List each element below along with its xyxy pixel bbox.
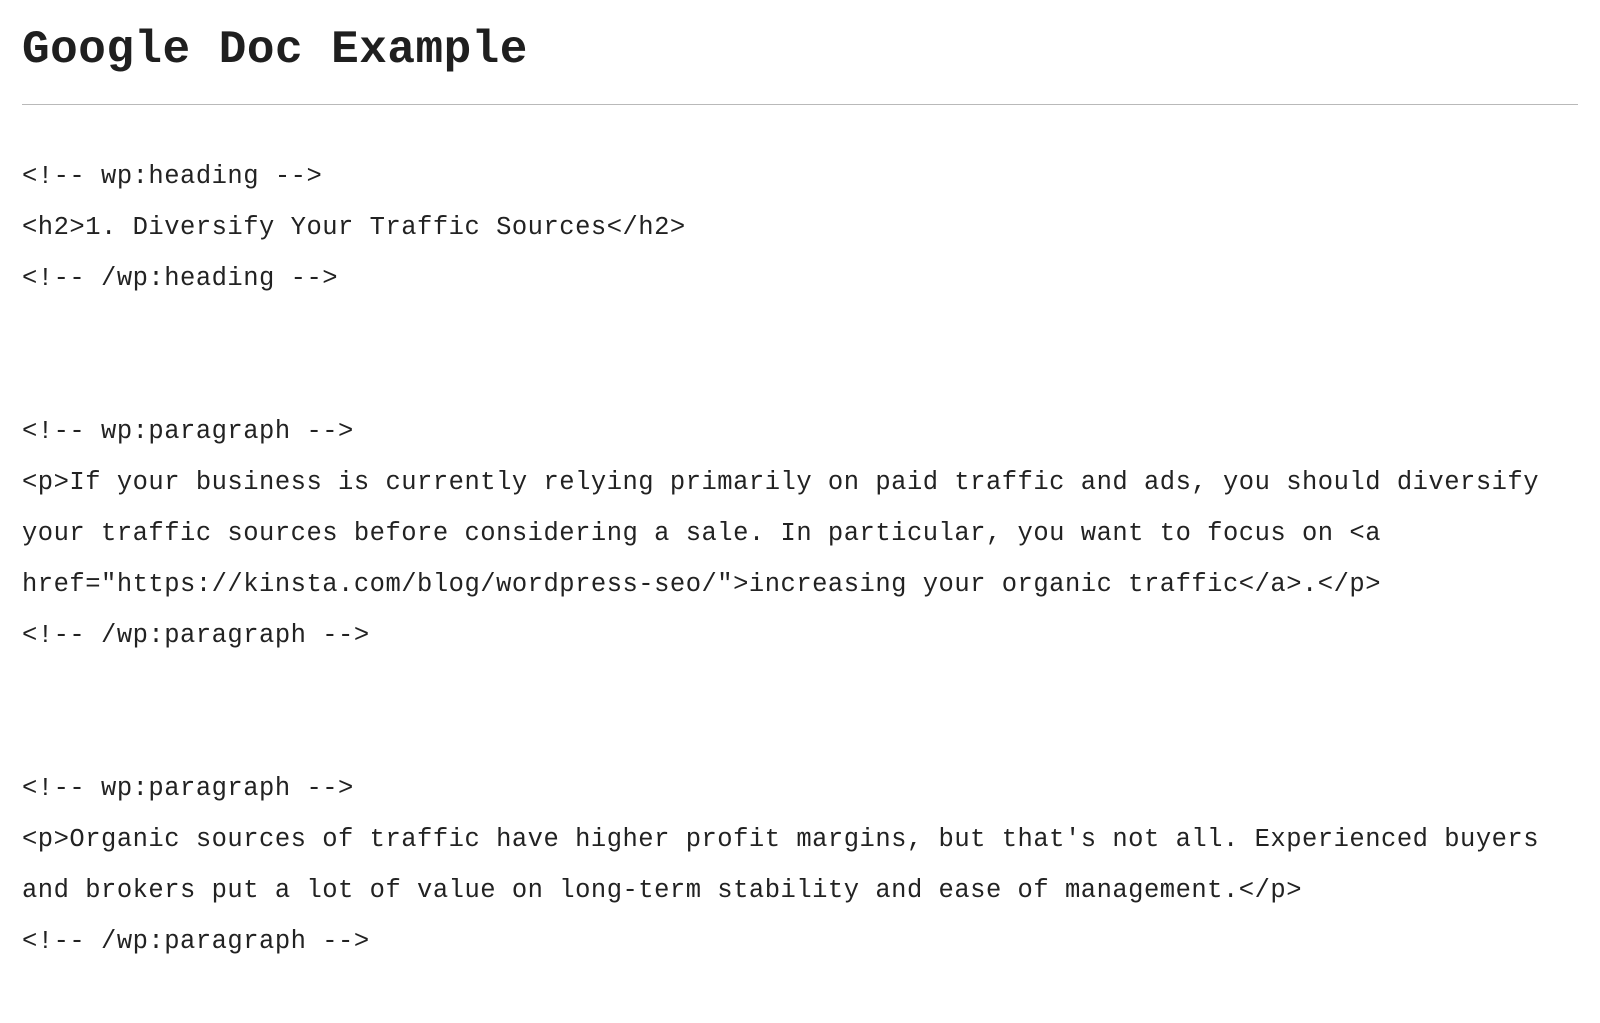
document-page: Google Doc Example <!-- wp:heading --> <… [0, 0, 1600, 1023]
page-title: Google Doc Example [22, 24, 1578, 76]
code-content: <!-- wp:heading --> <h2>1. Diversify You… [22, 151, 1578, 967]
title-divider [22, 104, 1578, 105]
